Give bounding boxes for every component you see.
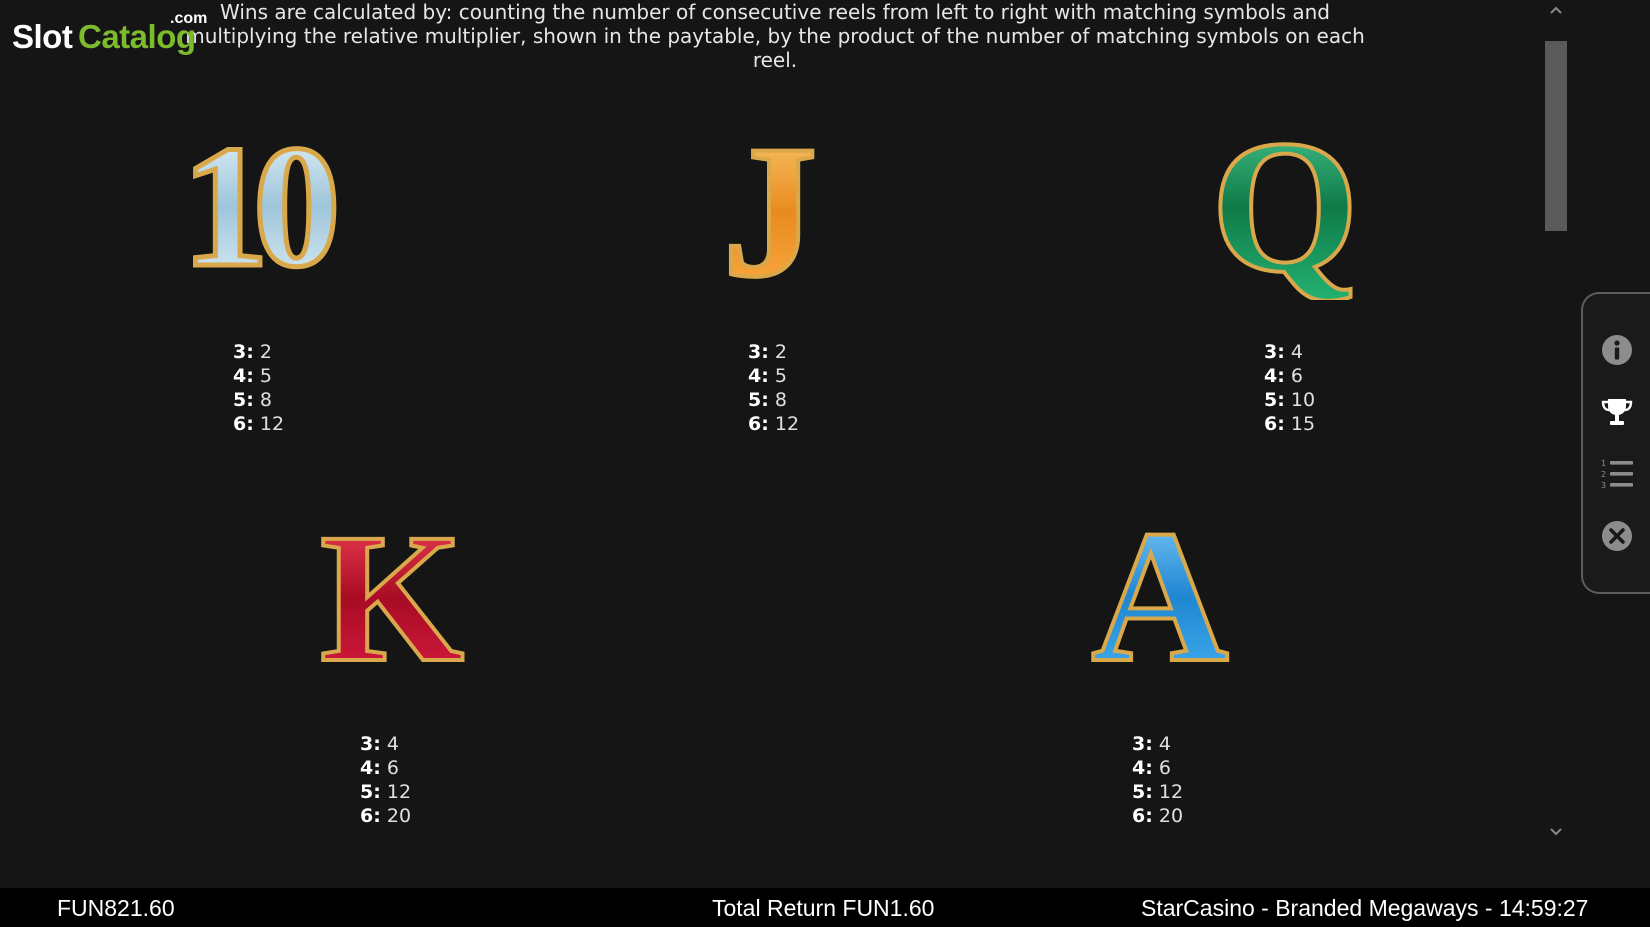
king-payout-list: 3: 4 4: 6 5: 12 6: 20 bbox=[360, 732, 411, 828]
bottom-status-bar: FUN821.60 Total Return FUN1.60 StarCasin… bbox=[0, 888, 1650, 927]
balance-readout: FUN821.60 bbox=[57, 895, 175, 921]
payout-row: 5: 8 bbox=[233, 389, 272, 411]
svg-text:Q: Q bbox=[1211, 102, 1359, 300]
svg-text:A: A bbox=[1091, 492, 1228, 690]
svg-text:10: 10 bbox=[182, 109, 335, 300]
payout-row: 5: 8 bbox=[748, 389, 787, 411]
payout-row: 6: 20 bbox=[1132, 805, 1184, 827]
win-calculation-description: Wins are calculated by: counting the num… bbox=[185, 0, 1365, 72]
paytable-screen: Slot Catalog .com Wins are calculated by… bbox=[0, 0, 1650, 927]
ten-payout-list: 3: 2 4: 5 5: 8 6: 12 bbox=[233, 340, 284, 436]
svg-text:1: 1 bbox=[1601, 459, 1606, 468]
ace-payout-list: 3: 4 4: 6 5: 12 6: 20 bbox=[1132, 732, 1183, 828]
payout-row: 5: 10 bbox=[1264, 389, 1316, 411]
payout-row: 3: 4 bbox=[1264, 341, 1303, 363]
payout-row: 3: 4 bbox=[360, 733, 399, 755]
info-icon[interactable] bbox=[1599, 332, 1635, 368]
scrollbar-thumb[interactable] bbox=[1545, 41, 1567, 231]
logo-text-suffix: .com bbox=[170, 10, 208, 27]
svg-text:3: 3 bbox=[1601, 481, 1606, 490]
scroll-down-arrow-icon[interactable] bbox=[1546, 826, 1566, 840]
payout-row: 4: 6 bbox=[1264, 365, 1303, 387]
payout-row: 6: 12 bbox=[233, 413, 285, 435]
payout-row: 4: 6 bbox=[360, 757, 399, 779]
payout-row: 5: 12 bbox=[360, 781, 412, 803]
side-menu: 1 2 3 bbox=[1581, 292, 1650, 594]
payout-row: 4: 5 bbox=[748, 365, 787, 387]
payout-row: 4: 6 bbox=[1132, 757, 1171, 779]
queen-payout-list: 3: 4 4: 6 5: 10 6: 15 bbox=[1264, 340, 1315, 436]
svg-text:J: J bbox=[723, 107, 818, 300]
payout-row: 6: 20 bbox=[360, 805, 412, 827]
total-return-readout: Total Return FUN1.60 bbox=[712, 895, 935, 921]
numbered-list-icon[interactable]: 1 2 3 bbox=[1599, 456, 1635, 492]
payout-row: 3: 2 bbox=[748, 341, 787, 363]
close-icon[interactable] bbox=[1599, 518, 1635, 554]
trophy-icon[interactable] bbox=[1599, 394, 1635, 430]
payout-row: 6: 12 bbox=[748, 413, 800, 435]
payout-row: 6: 15 bbox=[1264, 413, 1316, 435]
queen-symbol-icon: Q bbox=[1160, 100, 1420, 300]
payout-row: 3: 2 bbox=[233, 341, 272, 363]
payout-row: 3: 4 bbox=[1132, 733, 1171, 755]
svg-text:2: 2 bbox=[1601, 470, 1606, 479]
logo-text-slot: Slot bbox=[12, 18, 73, 55]
scroll-up-arrow-icon[interactable] bbox=[1546, 4, 1566, 18]
ace-symbol-icon: A bbox=[1030, 490, 1290, 690]
game-title-clock: StarCasino - Branded Megaways - 14:59:27 bbox=[1141, 895, 1589, 921]
svg-text:K: K bbox=[320, 496, 464, 690]
payout-row: 5: 12 bbox=[1132, 781, 1184, 803]
jack-symbol-icon: J bbox=[635, 100, 895, 300]
king-symbol-icon: K bbox=[262, 490, 522, 690]
payout-row: 4: 5 bbox=[233, 365, 272, 387]
slotcatalog-logo: Slot Catalog .com bbox=[12, 8, 207, 58]
ten-symbol-icon: 10 bbox=[128, 100, 388, 301]
jack-payout-list: 3: 2 4: 5 5: 8 6: 12 bbox=[748, 340, 799, 436]
